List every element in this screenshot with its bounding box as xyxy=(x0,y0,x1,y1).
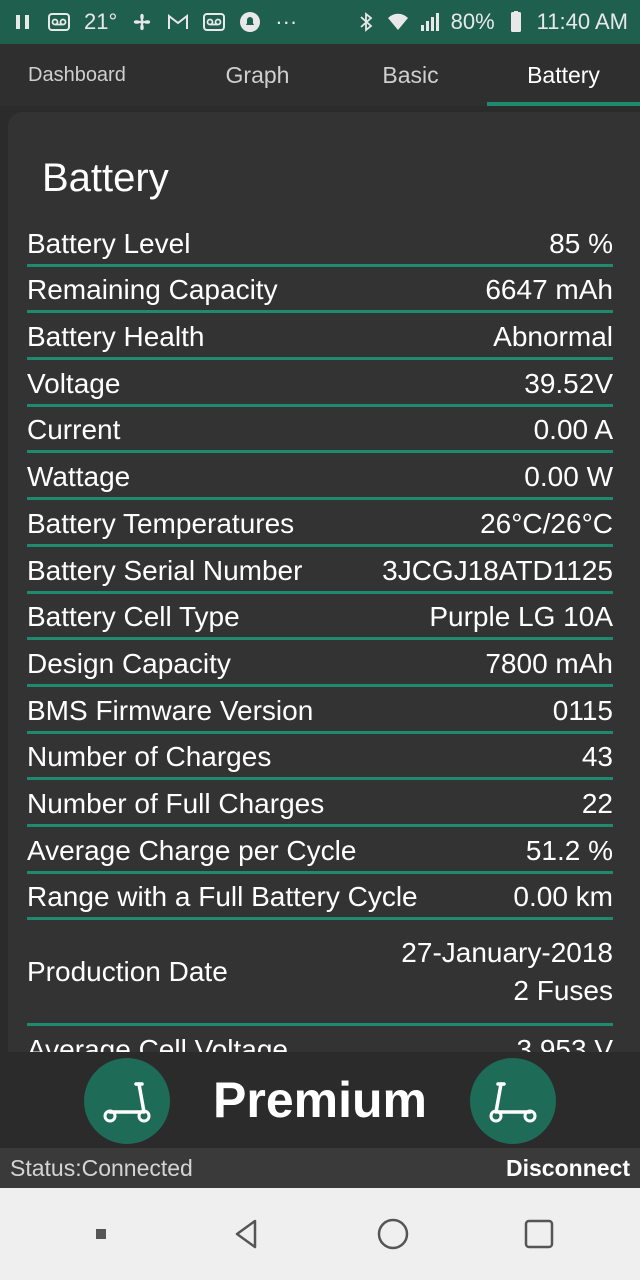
battery-card: Battery Battery Level 85 % Remaining Capa… xyxy=(8,112,640,1052)
list-item: Voltage 39.52V xyxy=(27,360,613,407)
list-item: Battery Serial Number 3JCGJ18ATD1125 xyxy=(27,547,613,594)
list-item: Number of Full Charges 22 xyxy=(27,780,613,827)
row-value: 85 % xyxy=(549,227,613,259)
row-value: 39.52V xyxy=(524,367,613,399)
list-item: Average Charge per Cycle 51.2 % xyxy=(27,827,613,874)
list-item: Battery Health Abnormal xyxy=(27,313,613,361)
list-item: Range with a Full Battery Cycle 0.00 km xyxy=(27,874,613,921)
row-label: Average Charge per Cycle xyxy=(27,834,357,866)
row-label: Number of Full Charges xyxy=(27,787,325,819)
list-item: Number of Charges 43 xyxy=(27,734,613,781)
gmail-icon xyxy=(167,11,189,33)
android-nav-bar xyxy=(0,1188,640,1280)
tab-bar: Dashboard Graph Basic Battery xyxy=(0,44,640,106)
row-value: 6647 mAh xyxy=(485,274,613,306)
row-label: Average Cell Voltage xyxy=(27,1034,288,1052)
row-value: 7800 mAh xyxy=(485,647,613,679)
clock: 11:40 AM xyxy=(536,9,628,34)
connection-status: Status:Connected xyxy=(10,1154,193,1181)
row-label: Current xyxy=(27,414,121,446)
dot-icon xyxy=(96,1229,106,1239)
connection-status-bar: Status:Connected Disconnect xyxy=(0,1148,640,1188)
list-item: Battery Level 85 % xyxy=(27,220,613,267)
scooter-icon xyxy=(470,1058,556,1144)
row-label: Battery Level xyxy=(27,227,191,259)
overview-button[interactable] xyxy=(509,1204,569,1264)
row-value: 3.953 V xyxy=(516,1034,613,1052)
list-item: Current 0.00 A xyxy=(27,407,613,454)
home-button[interactable] xyxy=(363,1204,423,1264)
list-item: Wattage 0.00 W xyxy=(27,453,613,501)
signal-icon xyxy=(419,11,441,33)
row-value: 43 xyxy=(581,741,613,773)
production-date-value: 27-January-2018 xyxy=(401,936,613,968)
tab-battery[interactable]: Battery xyxy=(487,44,640,106)
battery-percent: 80% xyxy=(450,9,495,34)
row-label: Battery Health xyxy=(27,321,205,353)
row-label: Production Date xyxy=(27,955,228,987)
row-value: Abnormal xyxy=(493,321,613,353)
notification-icon xyxy=(239,11,261,33)
disconnect-button[interactable]: Disconnect xyxy=(506,1155,630,1182)
list-item: Production Date 27-January-2018 2 Fuses xyxy=(27,920,613,1027)
back-triangle-icon xyxy=(235,1219,257,1249)
temperature-text: 21° xyxy=(84,9,118,34)
list-item: Battery Temperatures 26°C/26°C xyxy=(27,500,613,547)
tab-graph[interactable]: Graph xyxy=(181,44,334,106)
row-value: 51.2 % xyxy=(525,834,613,866)
bluetooth-icon xyxy=(355,11,377,33)
page-title: Battery xyxy=(42,156,169,200)
tab-dashboard[interactable]: Dashboard xyxy=(0,44,181,106)
list-item: BMS Firmware Version 0115 xyxy=(27,687,613,734)
tab-basic[interactable]: Basic xyxy=(334,44,487,106)
list-item: Battery Cell Type Purple LG 10A xyxy=(27,594,613,641)
wifi-icon xyxy=(387,11,409,33)
premium-banner[interactable]: Premium xyxy=(0,1052,640,1148)
row-value: 0.00 A xyxy=(533,414,613,446)
battery-icon xyxy=(505,11,527,33)
row-value: Purple LG 10A xyxy=(429,601,613,633)
fan-icon xyxy=(131,11,153,33)
row-value: 27-January-2018 2 Fuses xyxy=(401,934,613,1010)
row-label: Range with a Full Battery Cycle xyxy=(27,881,418,913)
row-label: Battery Serial Number xyxy=(27,554,303,586)
row-label: Battery Temperatures xyxy=(27,507,295,539)
voicemail-icon xyxy=(203,11,226,33)
row-value: 26°C/26°C xyxy=(480,507,613,539)
row-label: Voltage xyxy=(27,367,121,399)
row-value: 0.00 km xyxy=(513,881,613,913)
list-item: Design Capacity 7800 mAh xyxy=(27,640,613,687)
premium-label: Premium xyxy=(213,1072,427,1128)
battery-info-list: Battery Level 85 % Remaining Capacity 6647… xyxy=(27,220,613,1052)
row-label: Number of Charges xyxy=(27,741,272,773)
android-status-bar: 21° ··· 80% 11:40 AM xyxy=(0,0,640,44)
row-label: BMS Firmware Version xyxy=(27,694,314,726)
fuses-value: 2 Fuses xyxy=(513,974,613,1006)
list-item: Average Cell Voltage 3.953 V xyxy=(27,1026,613,1052)
voicemail-icon xyxy=(48,11,70,33)
more-icon: ··· xyxy=(275,9,298,34)
row-label: Battery Cell Type xyxy=(27,601,240,633)
row-value: 0.00 W xyxy=(524,461,613,493)
row-value: 3JCGJ18ATD1125 xyxy=(382,554,613,586)
home-circle-icon xyxy=(377,1218,409,1250)
pause-icon xyxy=(12,11,34,33)
row-label: Design Capacity xyxy=(27,647,231,679)
row-label: Wattage xyxy=(27,461,131,493)
scooter-icon xyxy=(84,1058,170,1144)
recent-dot-button[interactable] xyxy=(71,1204,131,1264)
row-value: 22 xyxy=(581,787,613,819)
overview-square-icon xyxy=(524,1219,554,1249)
list-item: Remaining Capacity 6647 mAh xyxy=(27,267,613,314)
row-value: 0115 xyxy=(552,694,613,726)
row-label: Remaining Capacity xyxy=(27,274,278,306)
back-button[interactable] xyxy=(217,1204,277,1264)
